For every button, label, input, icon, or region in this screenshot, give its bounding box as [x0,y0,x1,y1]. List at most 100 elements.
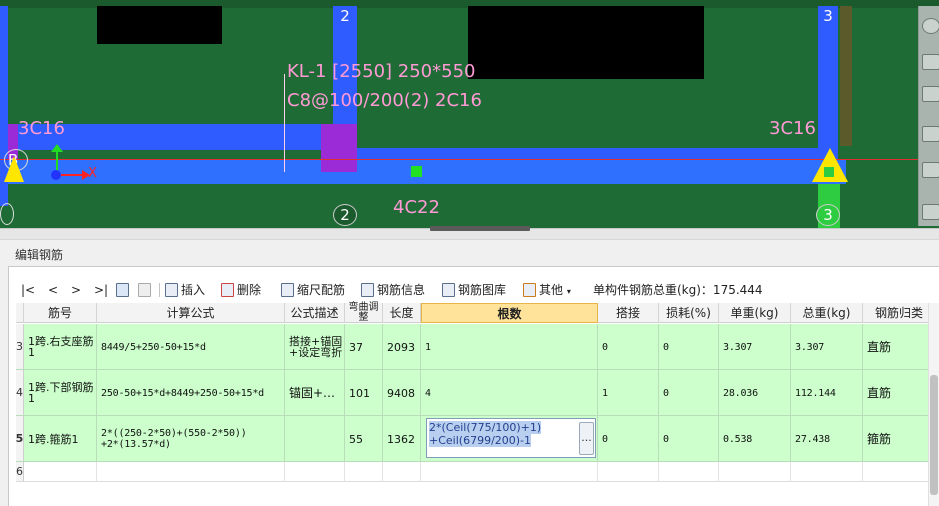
toolbar-separator [159,283,160,297]
cell-unit-weight[interactable]: 0.538 [719,416,791,462]
column-marker-purple [321,124,357,172]
col-header-count[interactable]: 根数 [421,303,598,323]
cell-formula-desc[interactable]: 搭接+锚固+设定弯折 [285,324,345,370]
cell-bar-no[interactable]: 1跨.下部钢筋1 [24,370,97,416]
view-cube-icon[interactable] [922,54,939,70]
view-3d-icon[interactable] [922,86,939,102]
view-grid-icon[interactable] [922,204,939,220]
cell-lap[interactable]: 1 [598,370,659,416]
col-header-formula-desc[interactable]: 公式描述 [285,303,345,323]
count-formula-text[interactable]: 2*(Ceil(775/100)+1) +Ceil(6799/200)-1 [429,421,569,447]
nav-prev-button[interactable]: < [48,281,58,299]
ucs-x-axis [57,174,85,176]
row-number: 4 [16,370,24,415]
move-down-icon[interactable] [138,281,154,299]
cell-bend[interactable]: 101 [345,370,383,416]
cell-empty[interactable] [24,462,97,482]
view-tools-panel [918,6,939,226]
view-box-icon[interactable] [922,126,939,142]
ruler-icon [281,283,294,297]
left-top-rebar-label: 3C16 [18,118,65,139]
rebar-info-button[interactable]: 钢筋信息 [361,281,425,299]
scrollbar-thumb[interactable] [930,375,938,495]
row-number: 6 [16,462,24,481]
cell-empty[interactable] [383,462,421,482]
cell-empty[interactable] [659,462,719,482]
panel-splitter[interactable] [0,226,939,240]
col-header-lap[interactable]: 搭接 [598,303,659,323]
cell-empty[interactable] [97,462,285,482]
count-formula-line2: +Ceil(6799/200)-1 [429,434,532,447]
cell-unit-weight[interactable]: 3.307 [719,324,791,370]
row-number: 3 [16,324,24,369]
cell-length[interactable]: 1362 [383,416,421,462]
label-leader-line [284,74,285,172]
other-dropdown[interactable]: 其他 ▾ [523,281,571,299]
col-header-unit-weight[interactable]: 单重(kg) [719,303,791,323]
cad-viewport[interactable]: KL-1 [2550] 250*550 C8@100/200(2) 2C16 3… [0,0,939,228]
col-header-bar-no[interactable]: 筋号 [24,303,97,323]
insert-button[interactable]: 插入 [165,281,205,299]
cell-empty[interactable] [345,462,383,482]
black-block-left [97,6,222,44]
cell-total-weight[interactable]: 112.144 [791,370,863,416]
ucs-y-arrow [51,144,63,152]
cell-unit-weight[interactable]: 28.036 [719,370,791,416]
cell-lap[interactable]: 0 [598,324,659,370]
col-header-loss[interactable]: 损耗(%) [659,303,719,323]
selected-beam[interactable] [8,160,846,184]
cell-formula-desc[interactable] [285,416,345,462]
cell-formula[interactable]: 2*((250-2*50)+(550-2*50)) +2*(13.57*d) [97,416,285,462]
vertical-scrollbar[interactable] [928,303,939,506]
ruler-label: 缩尺配筋 [297,283,346,297]
formula-ellipsis-button[interactable]: ... [579,422,594,455]
row-number: 5 [16,416,24,461]
info-label: 钢筋信息 [377,283,426,297]
nav-next-button[interactable]: > [71,281,81,299]
cell-bend[interactable]: 37 [345,324,383,370]
cell-empty[interactable] [285,462,345,482]
column-axis-3 [818,6,838,166]
splitter-grip[interactable] [430,226,530,231]
cell-total-weight[interactable]: 3.307 [791,324,863,370]
axis-line-b [0,159,918,160]
rebar-library-button[interactable]: 钢筋图库 [442,281,506,299]
cell-formula[interactable]: 250-50+15*d+8449+250-50+15*d [97,370,285,416]
move-up-icon[interactable] [116,281,132,299]
cell-empty[interactable] [598,462,659,482]
cell-length[interactable]: 2093 [383,324,421,370]
delete-button[interactable]: 删除 [221,281,261,299]
table-row[interactable]: 4 1跨.下部钢筋1 250-50+15*d+8449+250-50+15*d … [16,370,939,416]
col-header-bend-adjust[interactable]: 弯曲调整 [345,303,383,323]
total-weight-label: 单构件钢筋总重(kg)：175.444 [593,283,763,297]
count-formula-editor[interactable]: 2*(Ceil(775/100)+1) +Ceil(6799/200)-1 ..… [426,418,596,458]
cell-empty[interactable] [421,462,598,482]
cell-empty[interactable] [719,462,791,482]
cell-total-weight[interactable]: 27.438 [791,416,863,462]
cell-bar-no[interactable]: 1跨.右支座筋1 [24,324,97,370]
cell-bend[interactable]: 55 [345,416,383,462]
cell-loss[interactable]: 0 [659,324,719,370]
nav-first-button[interactable]: |< [21,281,35,299]
cell-count[interactable]: 1 [421,324,598,370]
col-header-formula[interactable]: 计算公式 [97,303,285,323]
cell-length[interactable]: 9408 [383,370,421,416]
cell-count[interactable]: 4 [421,370,598,416]
col-header-total-weight[interactable]: 总重(kg) [791,303,863,323]
nav-last-button[interactable]: >| [94,281,108,299]
cell-empty[interactable] [791,462,863,482]
orbit-icon[interactable] [922,18,939,34]
table-row-empty[interactable]: 6 [16,462,939,482]
view-layers-icon[interactable] [922,162,939,178]
col-header-length[interactable]: 长度 [383,303,421,323]
table-row[interactable]: 3 1跨.右支座筋1 8449/5+250-50+15*d 搭接+锚固+设定弯折… [16,324,939,370]
count-formula-line1: 2*(Ceil(775/100)+1) [429,421,542,434]
cell-formula-desc[interactable]: 锚固+… [285,370,345,416]
ruler-rebar-button[interactable]: 缩尺配筋 [281,281,345,299]
cell-lap[interactable]: 0 [598,416,659,462]
cell-formula[interactable]: 8449/5+250-50+15*d [97,324,285,370]
cell-loss[interactable]: 0 [659,416,719,462]
cell-loss[interactable]: 0 [659,370,719,416]
cell-bar-no[interactable]: 1跨.箍筋1 [24,416,97,462]
midpoint-grip[interactable] [411,166,422,177]
